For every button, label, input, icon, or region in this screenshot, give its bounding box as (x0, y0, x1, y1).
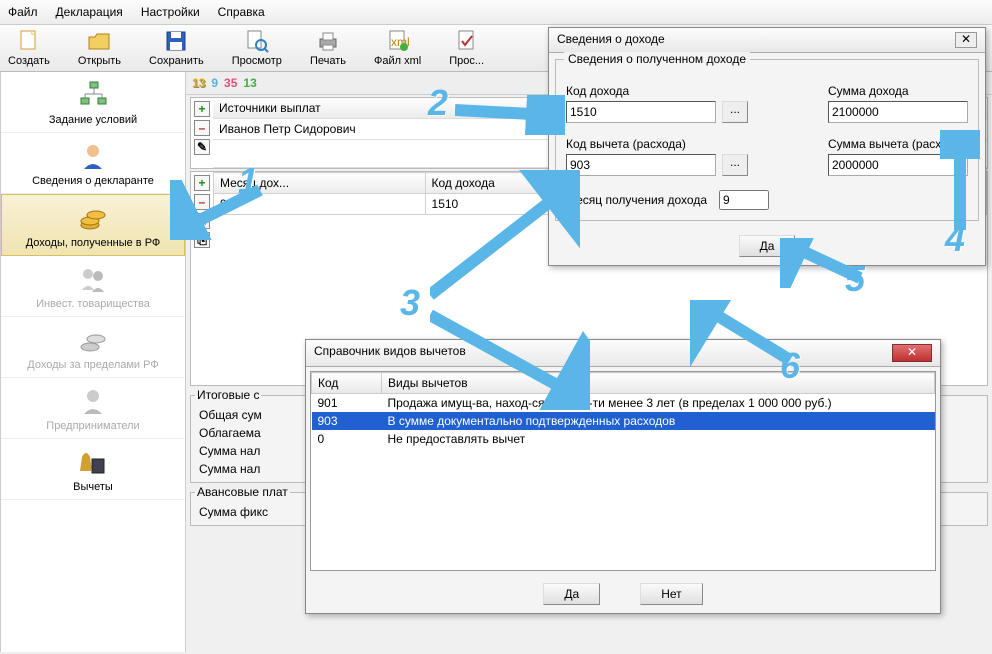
deduction-ref-dialog: Справочник видов вычетов ✕ Код Виды выче… (305, 339, 941, 614)
menu-settings[interactable]: Настройки (139, 2, 202, 22)
arrow-icon (430, 170, 580, 300)
create-button[interactable]: Создать (8, 29, 50, 67)
check-label: Прос... (449, 55, 484, 67)
check-button[interactable]: Прос... (449, 29, 484, 67)
sidebar-item-income-rf[interactable]: Доходы, полученные в РФ (1, 194, 185, 256)
menu-help[interactable]: Справка (216, 2, 267, 22)
sidebar-item-invest[interactable]: Инвест. товарищества (1, 256, 185, 317)
sum-label: Сумма дохода (828, 84, 968, 98)
income-dialog-title-text: Сведения о доходе (557, 32, 665, 48)
arrow-icon (780, 238, 870, 288)
floppy-icon (164, 29, 188, 53)
create-label: Создать (8, 55, 50, 67)
print-label: Печать (310, 55, 346, 67)
xml-file-icon: xml (386, 29, 410, 53)
printer-icon (316, 29, 340, 53)
ok-button[interactable]: Да (543, 583, 600, 605)
income-code-input[interactable] (566, 101, 716, 123)
sidebar-invest-label: Инвест. товарищества (36, 298, 150, 310)
rate-9[interactable]: 9 (211, 76, 218, 90)
income-dialog: Сведения о доходе ✕ Сведения о полученно… (548, 27, 986, 266)
preview-label: Просмотр (232, 55, 282, 67)
deduction-list[interactable]: Код Виды вычетов 901 Продажа имущ-ва, на… (310, 371, 936, 571)
list-item[interactable]: 901 Продажа имущ-ва, наход-ся в собст-ти… (312, 394, 935, 413)
sidebar-income-rf-label: Доходы, полученные в РФ (26, 237, 161, 249)
print-button[interactable]: Печать (310, 29, 346, 67)
save-label: Сохранить (149, 55, 204, 67)
arrow-icon (170, 180, 270, 240)
sidebar-item-entrepreneur[interactable]: Предприниматели (1, 378, 185, 439)
sidebar-ded-label: Вычеты (73, 481, 113, 493)
close-icon[interactable]: ✕ (955, 32, 977, 48)
open-button[interactable]: Открыть (78, 29, 121, 67)
sidebar-cond-label: Задание условий (49, 114, 137, 126)
rate-13[interactable]: 13 (192, 76, 205, 90)
preview-button[interactable]: Просмотр (232, 29, 282, 67)
month-label: Месяц получения дохода (566, 193, 707, 207)
ded-name-cell: Не предоставлять вычет (382, 430, 935, 448)
check-doc-icon (455, 29, 479, 53)
business-icon (78, 386, 108, 416)
ded-code-cell: 0 (312, 430, 382, 448)
sidebar-item-income-abroad[interactable]: Доходы за пределами РФ (1, 317, 185, 378)
list-item[interactable]: 0 Не предоставлять вычет (312, 430, 935, 448)
sidebar-item-deductions[interactable]: Вычеты (1, 439, 185, 500)
coins-icon (78, 203, 108, 233)
sidebar-item-conditions[interactable]: Задание условий (1, 72, 185, 133)
edit-source-button[interactable]: ✎ (194, 139, 210, 155)
magnify-doc-icon (245, 29, 269, 53)
xml-button[interactable]: xml Файл xml (374, 29, 421, 67)
sidebar-entr-label: Предприниматели (46, 420, 139, 432)
income-group: Сведения о полученном доходе Код дохода … (555, 59, 979, 221)
list-item[interactable]: 903 В сумме документально подтвержденных… (312, 412, 935, 430)
ded-name-cell: В сумме документально подтвержденных рас… (382, 412, 935, 430)
menu-declaration[interactable]: Декларация (54, 2, 125, 22)
ded-code-cell: 901 (312, 394, 382, 413)
sidebar: Задание условий Сведения о декларанте До… (0, 72, 186, 652)
totals-legend: Итоговые с (195, 388, 261, 402)
arrow-icon (430, 310, 590, 410)
browse-code-button[interactable]: ... (722, 101, 748, 123)
ded-col-code[interactable]: Код (312, 373, 382, 394)
rate-13b[interactable]: 13 (243, 76, 256, 90)
annotation-3: 3 (400, 282, 420, 324)
rate-35[interactable]: 35 (224, 76, 237, 90)
income-sum-input[interactable] (828, 101, 968, 123)
cancel-button[interactable]: Нет (640, 583, 702, 605)
code-label: Код дохода (566, 84, 788, 98)
menu-file[interactable]: Файл (6, 2, 40, 22)
close-icon[interactable]: ✕ (892, 344, 932, 362)
add-source-button[interactable]: + (194, 101, 210, 117)
income-dialog-title: Сведения о доходе ✕ (549, 28, 985, 53)
folder-open-icon (87, 29, 111, 53)
month-input[interactable] (719, 190, 769, 210)
coins-grey-icon (78, 325, 108, 355)
income-group-title: Сведения о полученном доходе (564, 52, 750, 66)
advance-legend: Авансовые плат (195, 485, 290, 499)
person-icon (78, 141, 108, 171)
remove-source-button[interactable]: – (194, 120, 210, 136)
xml-label: Файл xml (374, 55, 421, 67)
sources-tools: + – ✎ (191, 98, 213, 168)
menubar: Файл Декларация Настройки Справка (0, 0, 992, 25)
calc-bag-icon (78, 447, 108, 477)
deduction-dialog-title: Справочник видов вычетов ✕ (306, 340, 940, 367)
ded-code-label: Код вычета (расхода) (566, 137, 788, 151)
arrow-icon (940, 130, 980, 240)
save-button[interactable]: Сохранить (149, 29, 204, 67)
new-file-icon (17, 29, 41, 53)
annotation-2: 2 (428, 82, 448, 124)
open-label: Открыть (78, 55, 121, 67)
sidebar-decl-label: Сведения о декларанте (32, 175, 154, 187)
deduction-code-input[interactable] (566, 154, 716, 176)
sidebar-item-declarant[interactable]: Сведения о декларанте (1, 133, 185, 194)
browse-deduction-button[interactable]: ... (722, 154, 748, 176)
arrow-icon (455, 95, 565, 135)
ded-code-cell: 903 (312, 412, 382, 430)
tree-icon (78, 80, 108, 110)
people-icon (78, 264, 108, 294)
sidebar-abroad-label: Доходы за пределами РФ (27, 359, 158, 371)
arrow-icon (690, 300, 800, 370)
